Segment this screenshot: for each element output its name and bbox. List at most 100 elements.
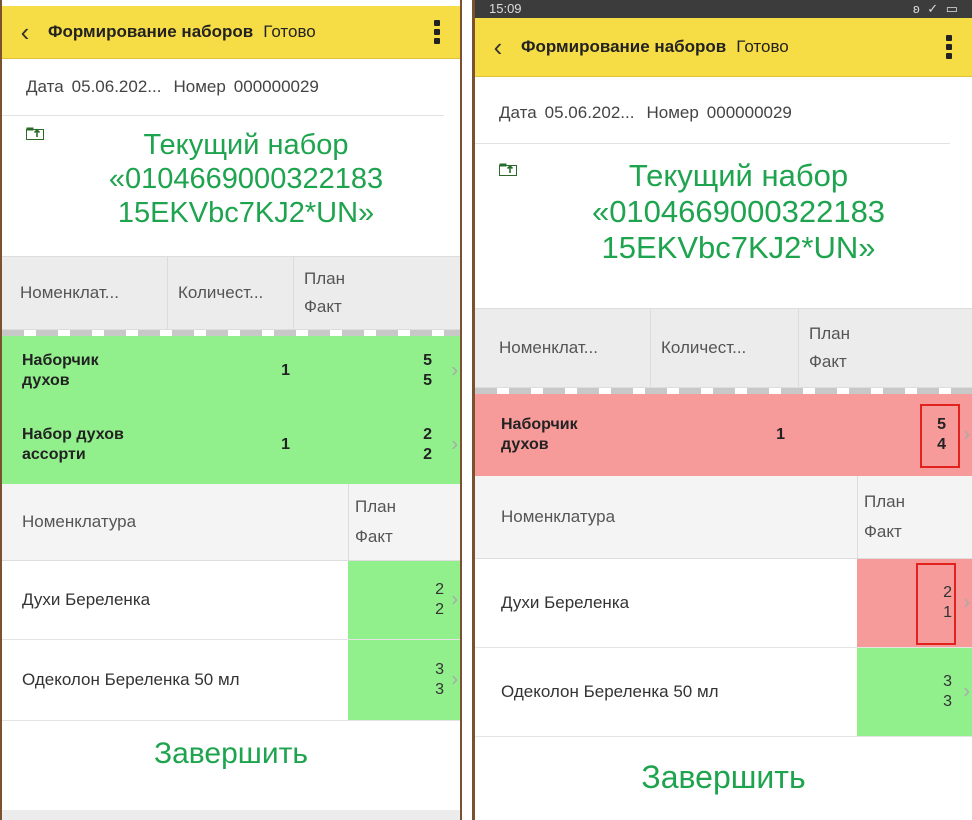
set-qty: 1 [776, 426, 785, 443]
current-set: Текущий набор «0104669000322183 15EKVbc7… [2, 116, 460, 230]
col-quantity[interactable]: Количест... [168, 257, 294, 329]
chevron-right-icon: › [963, 423, 970, 446]
plan-label: План [864, 492, 905, 511]
status-icons: ʚ ✓ ▭ [913, 1, 960, 16]
date-label: Дата [499, 103, 537, 122]
col-nomenclature[interactable]: Номенклат... [475, 309, 651, 387]
set-name: духов [22, 372, 70, 389]
document-info: Дата 05.06.202... Номер 000000029 [475, 83, 950, 144]
plan-label: План [809, 324, 850, 343]
set-name: духов [501, 436, 549, 453]
plan-label: План [304, 269, 345, 288]
export-folder-icon[interactable] [26, 126, 44, 140]
fact-value: 2 [435, 601, 444, 618]
header-title: Формирование наборов [48, 22, 254, 41]
table-row[interactable]: Набор духов ассорти 1 2 2 › [2, 406, 460, 484]
col-nomenclature[interactable]: Номенклат... [2, 257, 168, 329]
plan-value: 2 [435, 581, 444, 598]
list-item[interactable]: Духи Береленка 21 › [475, 559, 972, 648]
chevron-right-icon: › [451, 433, 458, 456]
item-name: Духи Береленка [501, 593, 630, 612]
set-title-line: Текущий набор [628, 158, 849, 193]
fact-label: Факт [304, 297, 342, 316]
col-quantity[interactable]: Количест... [651, 309, 799, 387]
table-row[interactable]: Наборчик духов 1 5 5 › [2, 336, 460, 406]
fact-value: 5 [423, 372, 432, 389]
highlight-box [916, 563, 956, 645]
plan-value: 3 [943, 673, 952, 690]
fact-label: Факт [864, 522, 902, 541]
sets-table-header: Номенклат... Количест... План Факт [2, 256, 460, 330]
back-button[interactable]: ‹ [475, 32, 521, 63]
list-item[interactable]: Духи Береленка 2 2 › [2, 561, 460, 640]
done-button[interactable]: Готово [263, 22, 316, 42]
finish-button[interactable]: Завершить [475, 737, 972, 817]
list-item[interactable]: Одеколон Береленка 50 мл 3 3 › [475, 648, 972, 737]
col-plan-fact[interactable]: План Факт [348, 484, 460, 560]
set-title-line: «0104669000322183 [591, 194, 886, 229]
col-nomenclature[interactable]: Номенклатура [2, 484, 348, 560]
status-time: 15:09 [489, 1, 522, 16]
date-value: 05.06.202... [71, 77, 162, 96]
item-name: Одеколон Береленка 50 мл [22, 670, 240, 689]
item-name: Одеколон Береленка 50 мл [501, 682, 719, 701]
plan-value: 2 [423, 426, 432, 443]
chevron-right-icon: › [963, 680, 970, 703]
col-plan-fact[interactable]: План Факт [857, 476, 972, 558]
back-button[interactable]: ‹ [2, 17, 48, 48]
set-name: Наборчик [22, 352, 99, 369]
set-qty: 1 [281, 436, 290, 453]
item-name: Духи Береленка [22, 590, 151, 609]
status-bar: 15:09 ʚ ✓ ▭ [475, 0, 972, 18]
set-name: Набор духов [22, 426, 124, 443]
document-info: Дата 05.06.202... Номер 000000029 [2, 59, 444, 116]
more-menu-icon[interactable] [946, 35, 952, 59]
fact-value: 3 [435, 681, 444, 698]
number-value: 000000029 [233, 77, 319, 96]
table-row[interactable]: Наборчик духов 1 54 › [475, 394, 972, 476]
fact-label: Факт [355, 527, 393, 546]
fact-label: Факт [809, 352, 847, 371]
set-name: ассорти [22, 446, 86, 463]
set-name: Наборчик [501, 416, 578, 433]
sets-table-header: Номенклат... Количест... План Факт [475, 308, 972, 388]
col-plan-fact[interactable]: План Факт [799, 309, 972, 387]
current-set-title: Текущий набор «0104669000322183 15EKVbc7… [2, 128, 460, 230]
header-title: Формирование наборов [521, 37, 727, 56]
set-qty: 1 [281, 362, 290, 379]
set-title-line: 15EKVbc7KJ2*UN» [601, 230, 876, 265]
current-set-title: Текущий набор «0104669000322183 15EKVbc7… [475, 158, 972, 266]
more-menu-icon[interactable] [434, 20, 440, 44]
set-title-line: «0104669000322183 [108, 163, 384, 195]
date-value: 05.06.202... [544, 103, 635, 122]
plan-value: 5 [423, 352, 432, 369]
bottom-bar [2, 810, 460, 820]
fact-value: 2 [423, 446, 432, 463]
col-plan-fact[interactable]: План Факт [294, 257, 460, 329]
date-label: Дата [26, 77, 64, 96]
list-item[interactable]: Одеколон Береленка 50 мл 3 3 › [2, 640, 460, 721]
right-screen: 15:09 ʚ ✓ ▭ ‹ Формирование наборов Готов… [472, 0, 972, 820]
plan-value: 3 [435, 661, 444, 678]
chevron-right-icon: › [451, 588, 458, 611]
chevron-right-icon: › [451, 359, 458, 382]
plan-label: План [355, 497, 396, 516]
export-folder-icon[interactable] [499, 162, 517, 176]
finish-button[interactable]: Завершить [2, 727, 460, 781]
col-nomenclature[interactable]: Номенклатура [475, 476, 857, 558]
number-label: Номер [173, 77, 226, 96]
highlight-box [920, 404, 960, 468]
done-button[interactable]: Готово [736, 37, 789, 57]
app-header: ‹ Формирование наборов Готово [475, 18, 972, 77]
number-label: Номер [646, 103, 699, 122]
items-table-header: Номенклатура План Факт [475, 476, 972, 559]
chevron-right-icon: › [963, 591, 970, 614]
left-screen: ‹ Формирование наборов Готово Дата 05.06… [0, 0, 462, 820]
set-title-line: 15EKVbc7KJ2*UN» [117, 197, 375, 229]
fact-value: 3 [943, 693, 952, 710]
app-header: ‹ Формирование наборов Готово [2, 6, 460, 59]
items-table-header: Номенклатура План Факт [2, 484, 460, 561]
chevron-right-icon: › [451, 668, 458, 691]
set-title-line: Текущий набор [143, 129, 349, 161]
number-value: 000000029 [706, 103, 792, 122]
